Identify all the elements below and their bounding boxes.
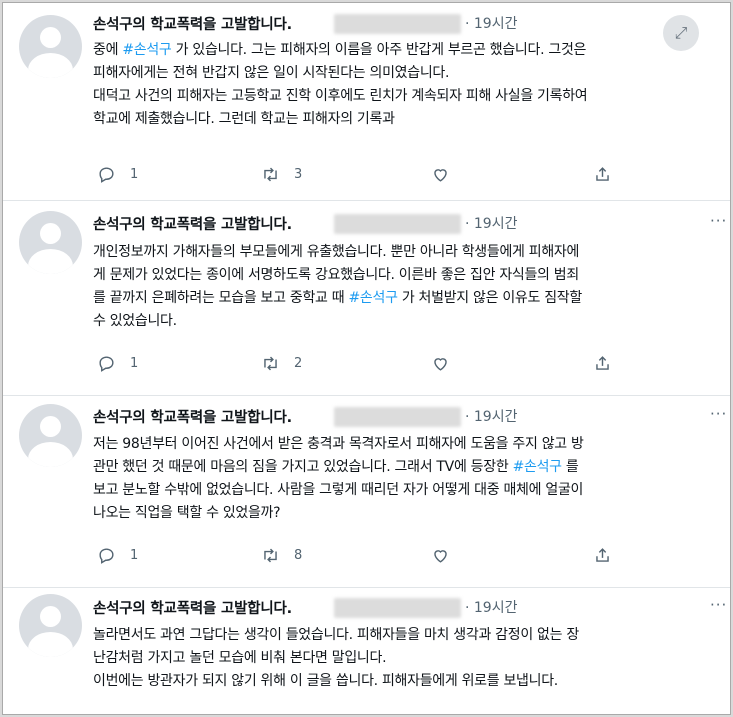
tweet-text: 저는 98년부터 이어진 사건에서 받은 충격과 목격자로서 피해자에 도움을 … — [93, 433, 713, 525]
reply-icon — [99, 167, 114, 183]
retweet-icon — [264, 548, 277, 563]
tweet-2[interactable]: 손석구의 학교폭력을 고발합니다. · 19시간 ··· 개인정보까지 가해자들… — [3, 201, 730, 395]
text-line: 관만 했던 것 때문에 마음의 짐을 가지고 있었습니다. 그래서 TV에 등장… — [93, 459, 579, 475]
like-icon — [434, 169, 447, 182]
redacted-handle — [334, 214, 461, 234]
more-icon[interactable]: ··· — [710, 405, 727, 423]
like-icon — [434, 550, 447, 563]
text-line: 이번에는 방관자가 되지 않기 위해 이 글을 씁니다. 피해자들에게 위로를 … — [93, 673, 558, 689]
text-line: 수 있었습니다. — [93, 313, 177, 329]
retweet-count: 2 — [294, 356, 303, 371]
like-button[interactable] — [431, 546, 450, 565]
share-button[interactable] — [593, 546, 612, 565]
reply-button[interactable]: 1 — [97, 165, 138, 184]
more-icon[interactable]: ··· — [710, 212, 727, 230]
avatar[interactable] — [19, 594, 82, 657]
avatar[interactable] — [19, 211, 82, 274]
author-name[interactable]: 손석구의 학교폭력을 고발합니다. — [93, 597, 292, 618]
text-line: 중에 #손석구 가 있습니다. 그는 피해자의 이름을 아주 반갑게 부르곤 했… — [93, 42, 587, 58]
screenshot-frame: 손석구의 학교폭력을 고발합니다. · 19시간 ⤢ 중에 #손석구 가 있습니… — [2, 2, 731, 715]
reply-button[interactable]: 1 — [97, 354, 138, 373]
timestamp[interactable]: · 19시간 — [465, 13, 517, 33]
redacted-handle — [334, 407, 461, 427]
text-line: 나오는 직업을 택할 수 있었을까? — [93, 505, 281, 521]
action-bar: 1 3 — [93, 165, 713, 187]
hashtag-link[interactable]: #손석구 — [349, 290, 398, 306]
more-icon[interactable]: ··· — [710, 596, 727, 614]
text-line: 대덕고 사건의 피해자는 고등학교 진학 이후에도 린치가 계속되자 피해 사실… — [93, 88, 588, 104]
share-icon — [596, 356, 609, 370]
retweet-icon — [264, 167, 277, 182]
redacted-handle — [334, 598, 461, 618]
like-icon — [434, 358, 447, 371]
avatar[interactable] — [19, 15, 82, 78]
tweet-1[interactable]: 손석구의 학교폭력을 고발합니다. · 19시간 ⤢ 중에 #손석구 가 있습니… — [3, 3, 730, 200]
text-line: 저는 98년부터 이어진 사건에서 받은 충격과 목격자로서 피해자에 도움을 … — [93, 436, 584, 452]
author-name[interactable]: 손석구의 학교폭력을 고발합니다. — [93, 213, 292, 234]
tweet-4[interactable]: 손석구의 학교폭력을 고발합니다. · 19시간 ··· 놀라면서도 과연 그답… — [3, 588, 730, 714]
text-line: 피해자에게는 전혀 반갑지 않은 일이 시작된다는 의미였습니다. — [93, 65, 450, 81]
text-line: 학교에 제출했습니다. 그런데 학교는 피해자의 기록과 — [93, 111, 395, 127]
retweet-count: 8 — [294, 548, 303, 563]
reply-button[interactable]: 1 — [97, 546, 138, 565]
retweet-icon — [264, 356, 277, 371]
share-icon — [596, 167, 609, 181]
reply-count: 1 — [130, 167, 139, 182]
text-line: 개인정보까지 가해자들의 부모들에게 유출했습니다. 뿐만 아니라 학생들에게 … — [93, 244, 580, 260]
tweet-text: 개인정보까지 가해자들의 부모들에게 유출했습니다. 뿐만 아니라 학생들에게 … — [93, 241, 713, 333]
reply-count: 1 — [130, 548, 139, 563]
reply-count: 1 — [130, 356, 139, 371]
like-button[interactable] — [431, 354, 450, 373]
retweet-button[interactable]: 8 — [261, 546, 302, 565]
tweet-text: 놀라면서도 과연 그답다는 생각이 들었습니다. 피해자들을 마치 생각과 감정… — [93, 624, 713, 693]
retweet-count: 3 — [294, 167, 303, 182]
timestamp[interactable]: · 19시간 — [465, 213, 517, 233]
avatar[interactable] — [19, 404, 82, 467]
text-line: 난감처럼 가지고 놀던 모습에 비춰 본다면 말입니다. — [93, 650, 387, 666]
like-button[interactable] — [431, 165, 450, 184]
reply-icon — [99, 548, 114, 564]
author-name[interactable]: 손석구의 학교폭력을 고발합니다. — [93, 406, 292, 427]
action-bar: 1 2 — [93, 354, 713, 376]
share-button[interactable] — [593, 165, 612, 184]
share-button[interactable] — [593, 354, 612, 373]
action-bar: 1 8 — [93, 546, 713, 568]
text-line: 게 문제가 있었다는 종이에 서명하도록 강요했습니다. 이른바 좋은 집안 자… — [93, 267, 579, 283]
reply-icon — [99, 356, 114, 372]
timestamp[interactable]: · 19시간 — [465, 406, 517, 426]
hashtag-link[interactable]: #손석구 — [122, 42, 171, 58]
share-icon — [596, 548, 609, 562]
author-name[interactable]: 손석구의 학교폭력을 고발합니다. — [93, 13, 292, 34]
timestamp[interactable]: · 19시간 — [465, 597, 517, 617]
text-line: 보고 분노할 수밖에 없었습니다. 사람을 그렇게 때리던 자가 어떻게 대중 … — [93, 482, 584, 498]
text-line: 를 끝까지 은폐하려는 모습을 보고 중학교 때 #손석구 가 처벌받지 않은 … — [93, 290, 582, 306]
retweet-button[interactable]: 2 — [261, 354, 302, 373]
tweet-3[interactable]: 손석구의 학교폭력을 고발합니다. · 19시간 ··· 저는 98년부터 이어… — [3, 396, 730, 587]
hashtag-link[interactable]: #손석구 — [513, 459, 562, 475]
text-line: 놀라면서도 과연 그답다는 생각이 들었습니다. 피해자들을 마치 생각과 감정… — [93, 627, 579, 643]
redacted-handle — [334, 14, 461, 34]
retweet-button[interactable]: 3 — [261, 165, 302, 184]
tweet-text: 중에 #손석구 가 있습니다. 그는 피해자의 이름을 아주 반갑게 부르곤 했… — [93, 39, 713, 131]
